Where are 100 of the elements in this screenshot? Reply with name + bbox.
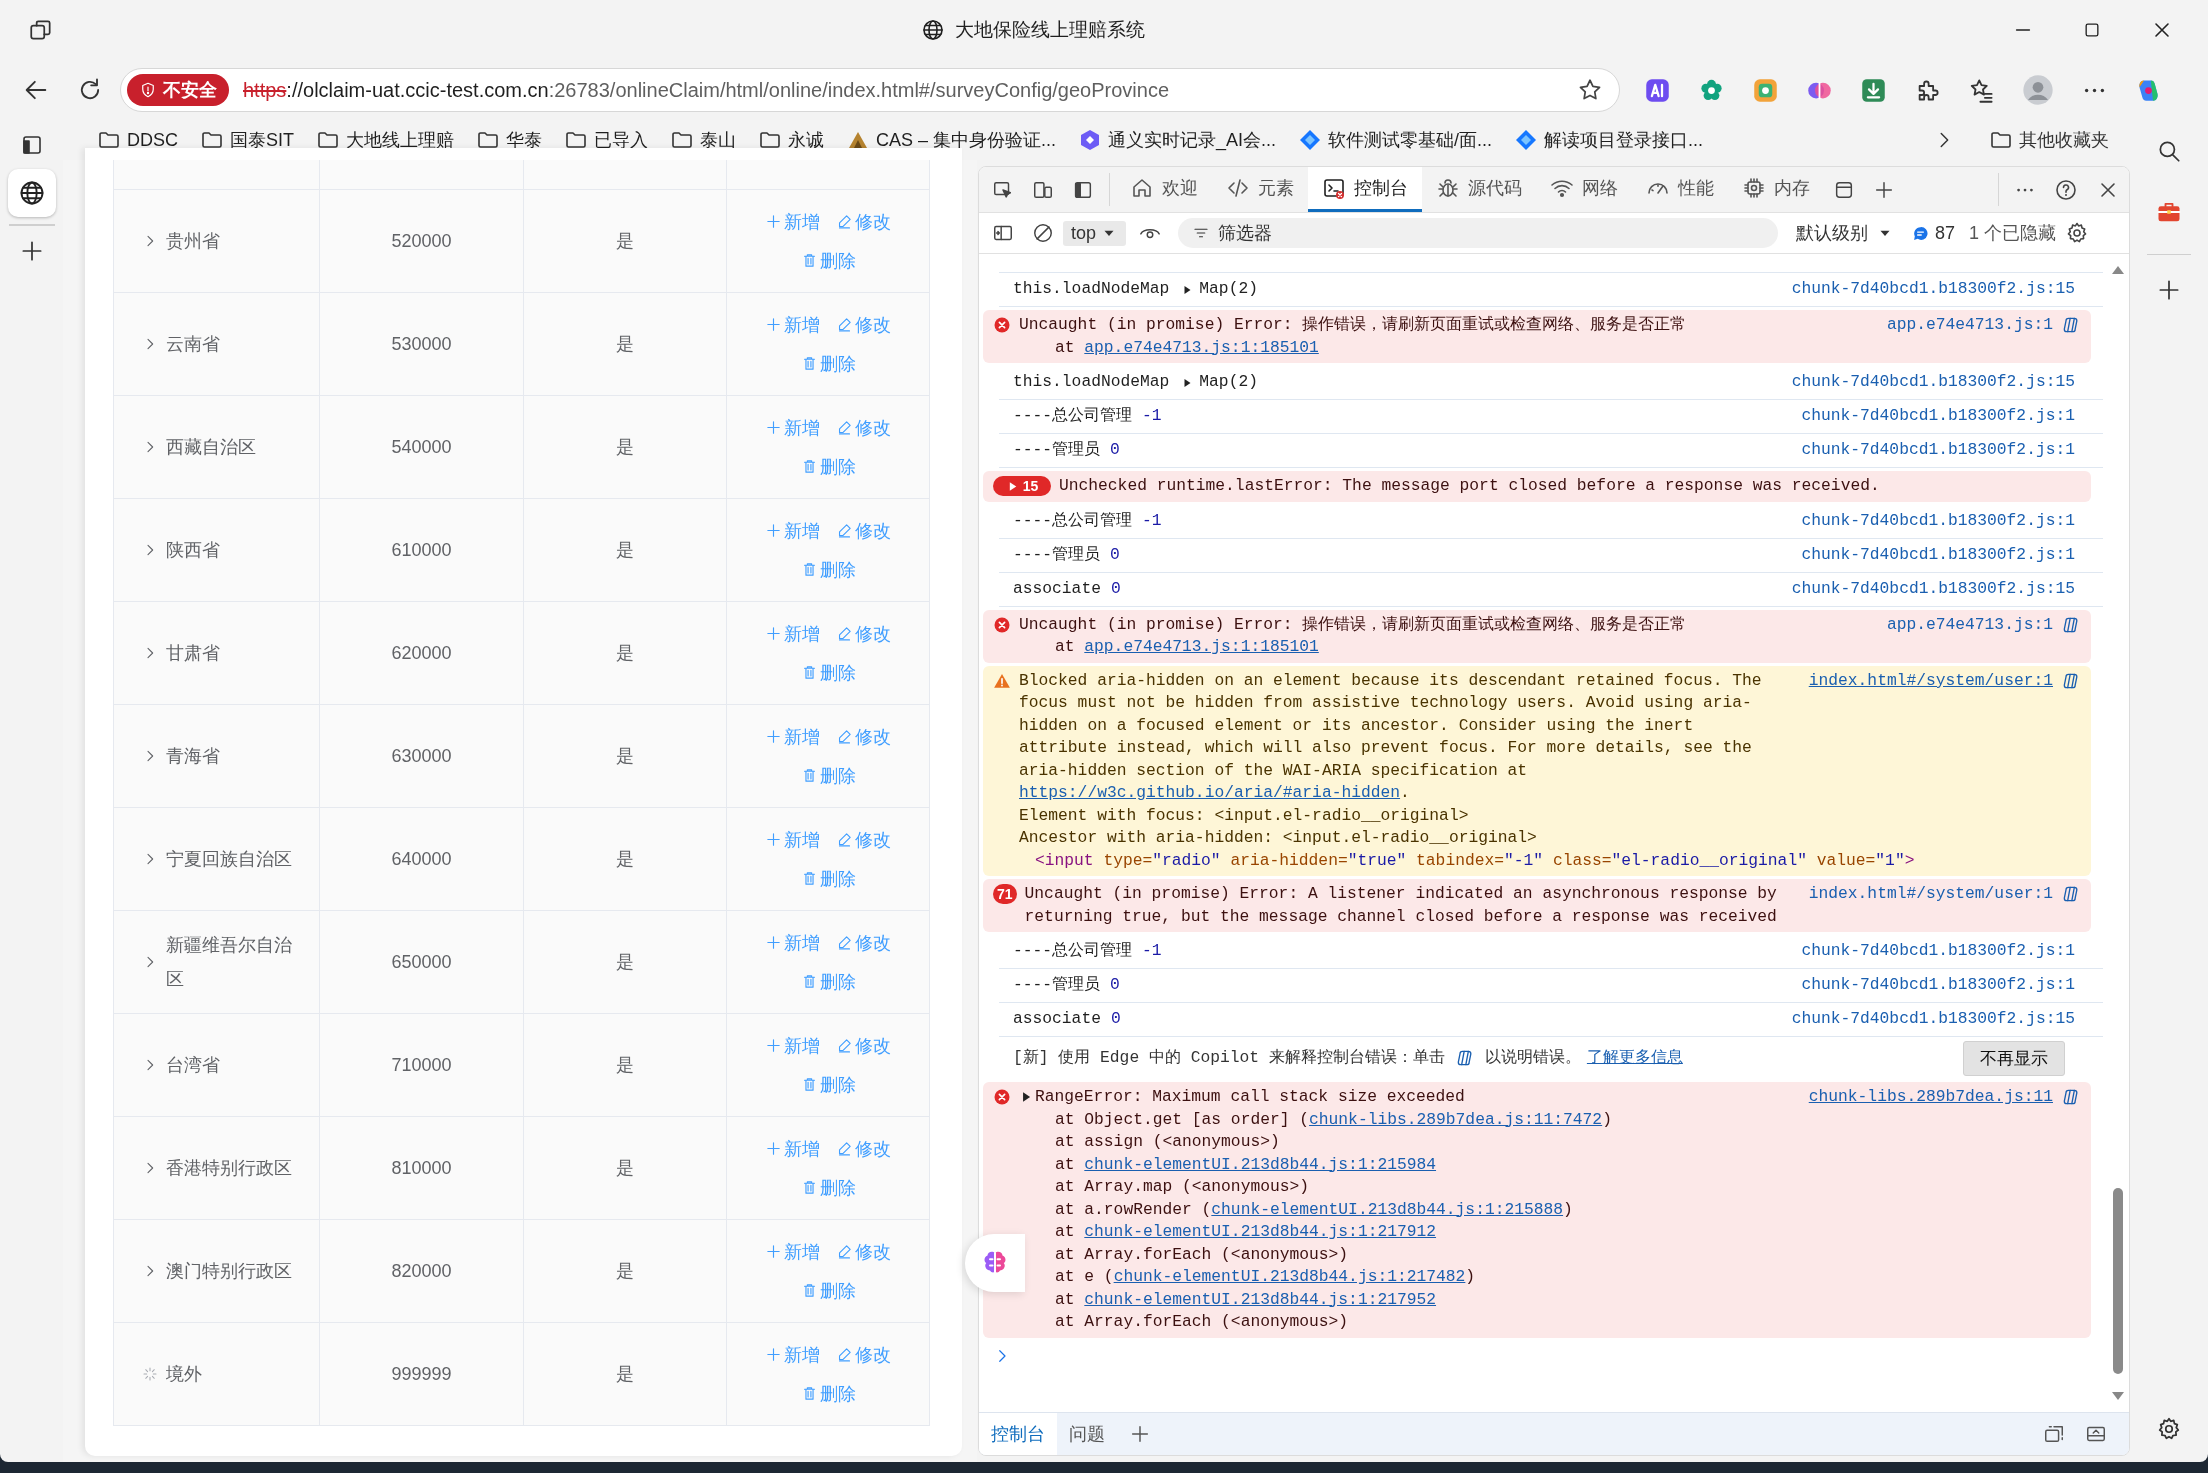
province-name: 宁夏回族自治区 <box>166 848 292 871</box>
number-value: -1 <box>1142 405 1162 428</box>
levels-dropdown[interactable]: 默认级别 <box>1796 221 1895 245</box>
assistant-button[interactable] <box>965 1234 1025 1292</box>
source-link[interactable]: chunk-7d40bcd1.b18300f2.js:15 <box>1791 577 2075 601</box>
source-link[interactable]: chunk-7d40bcd1.b18300f2.js:1 <box>1801 405 2075 428</box>
bookmark[interactable]: 永诚 <box>758 128 825 152</box>
devtools-tab[interactable]: 网络 <box>1536 167 1632 212</box>
source-link[interactable]: chunk-7d40bcd1.b18300f2.js:15 <box>1791 371 2075 394</box>
bookmark[interactable]: CAS – 集中身份验证... <box>846 128 1057 152</box>
stack-link[interactable]: chunk-libs.289b7dea.js:11:7472 <box>1309 1109 1603 1129</box>
vertical-tab[interactable] <box>7 169 56 217</box>
province-code: 530000 <box>391 333 452 355</box>
add-tab-icon[interactable] <box>1129 1423 1151 1445</box>
filter-field[interactable]: 筛选器 <box>1178 218 1779 248</box>
bookmark[interactable]: 其他收藏夹 <box>1989 128 2109 152</box>
bookmark[interactable]: 国泰SIT <box>200 128 295 152</box>
province-code: 630000 <box>391 745 452 767</box>
province-name: 香港特别行政区 <box>166 1157 292 1180</box>
plus-icon <box>765 1140 782 1157</box>
pencil-icon <box>836 1346 853 1363</box>
pencil-icon <box>836 625 853 642</box>
bookmark[interactable]: 已导入 <box>564 128 649 152</box>
bookmark[interactable]: 大地线上理赔 <box>316 128 455 152</box>
flag-text: 是 <box>616 745 634 768</box>
download-icon[interactable] <box>1860 76 1887 104</box>
stack-link[interactable]: app.e74e4713.js:1:185101 <box>1084 337 1319 357</box>
drawer-tab[interactable]: 问题 <box>1057 1413 1117 1455</box>
pencil-icon <box>836 1140 853 1157</box>
bookmark[interactable]: 华泰 <box>476 128 543 152</box>
province-code: 640000 <box>391 848 452 870</box>
number-value: 0 <box>1110 543 1120 566</box>
devtools-tab[interactable]: 欢迎 <box>1116 167 1212 212</box>
help-icon[interactable] <box>2054 177 2078 202</box>
bookmark[interactable]: 泰山 <box>670 128 737 152</box>
province-name: 境外 <box>166 1363 202 1386</box>
source-link[interactable]: chunk-7d40bcd1.b18300f2.js:1 <box>1801 439 2075 462</box>
tip-text: 以说明错误。 了解更多信息 <box>1484 1046 1683 1069</box>
province-name: 青海省 <box>166 745 220 768</box>
error-message: Uncaught (in promise) Error: 操作错误，请刷新页面重试或检查网络、服务是否正常 <box>1019 613 1687 636</box>
url-text: https://olclaim-uat.ccic-test.com.cn:26783/onlineClaim/html/online/index.html#/surveyConfig/geoProvince <box>243 78 1169 102</box>
source-link[interactable]: chunk-7d40bcd1.b18300f2.js:1 <box>1801 940 2075 963</box>
message-count-badge[interactable]: 15 <box>993 476 1051 496</box>
extension-icon[interactable] <box>1644 76 1671 104</box>
message-icon <box>1912 224 1930 242</box>
devtools-tab[interactable]: 内存 <box>1728 167 1824 212</box>
extension-icon[interactable] <box>1752 76 1779 104</box>
bookmark[interactable]: 解读项目登录接口... <box>1514 128 1704 152</box>
flag-text: 是 <box>616 951 634 974</box>
log-text: ----管理员 <box>1013 439 1101 462</box>
flag-text: 是 <box>616 848 634 871</box>
undock-icon[interactable] <box>2043 1423 2065 1445</box>
learn-more-link[interactable]: 了解更多信息 <box>1586 1047 1683 1067</box>
source-link[interactable]: chunk-7d40bcd1.b18300f2.js:15 <box>1791 1008 2075 1031</box>
drawer-tab[interactable]: 控制台 <box>979 1413 1057 1455</box>
stack-link[interactable]: chunk-elementUI.213d8b44.js:1:217952 <box>1084 1289 1437 1309</box>
plus-icon <box>765 1243 782 1260</box>
object-preview: Map(2) <box>1199 278 1258 301</box>
site-icon <box>1298 128 1323 152</box>
warning-detail: Element with focus: <input.el-radio__original> <box>1019 804 1470 827</box>
source-link[interactable]: chunk-7d40bcd1.b18300f2.js:1 <box>1801 543 2075 567</box>
source-link[interactable]: app.e74e4713.js:1 <box>1886 613 2053 636</box>
stack-link[interactable]: chunk-elementUI.213d8b44.js:1:215984 <box>1084 1154 1437 1174</box>
bookmark[interactable]: 通义实时记录_AI会... <box>1078 128 1277 152</box>
source-link[interactable]: chunk-7d40bcd1.b18300f2.js:1 <box>1801 509 2075 533</box>
source-link[interactable]: index.html#/system/user:1 <box>1808 669 2053 692</box>
stack-line: at assign (<anonymous>) <box>1054 1131 1281 1153</box>
source-link[interactable]: app.e74e4713.js:1 <box>1886 314 2053 337</box>
devtools-tab[interactable]: 控制台 <box>1308 167 1422 212</box>
pencil-icon <box>836 934 853 951</box>
plus-icon <box>765 934 782 951</box>
devtools-tab[interactable]: 源代码 <box>1422 167 1536 212</box>
stack-link[interactable]: app.e74e4713.js:1:185101 <box>1084 637 1319 656</box>
province-name: 陕西省 <box>166 539 220 562</box>
workspaces-icon[interactable] <box>28 17 54 43</box>
code-icon <box>1226 176 1250 200</box>
source-link[interactable]: chunk-7d40bcd1.b18300f2.js:1 <box>1801 974 2075 997</box>
stack-link[interactable]: chunk-elementUI.213d8b44.js:1:217482 <box>1113 1267 1466 1286</box>
source-link[interactable]: chunk-7d40bcd1.b18300f2.js:15 <box>1791 278 2075 301</box>
bookmark[interactable]: DDSC <box>97 128 178 152</box>
devtools-tab[interactable]: 性能 <box>1632 167 1728 212</box>
log-text: ----管理员 <box>1013 974 1101 997</box>
devtools-tab[interactable]: 元素 <box>1212 167 1308 212</box>
address-field[interactable]: 不安全 https://olclaim-uat.ccic-test.com.cn:26783/onlineClaim/html/online/index.html#/surveyConfig/geoProvince <box>120 68 1620 112</box>
source-link[interactable]: index.html#/system/user:1 <box>1808 883 2053 906</box>
profile-avatar[interactable] <box>2022 74 2054 106</box>
stack-link[interactable]: chunk-elementUI.213d8b44.js:1:217912 <box>1084 1222 1437 1241</box>
doc-link[interactable]: https://w3c.github.io/aria/#aria-hidden <box>1019 783 1401 802</box>
source-link[interactable]: chunk-libs.289b7dea.js:11 <box>1808 1086 2053 1109</box>
pencil-icon <box>836 316 853 333</box>
dismiss-button[interactable]: 不再显示 <box>1963 1040 2065 1076</box>
error-message: Uncaught (in promise) Error: A listener indicated an asynchronous response by returning true, but the message channel closed before a response was received <box>1024 883 1778 928</box>
window-title: 大地保险线上理赔系统 <box>955 18 1145 42</box>
stack-link[interactable]: chunk-elementUI.213d8b44.js:1:215888 <box>1211 1199 1564 1219</box>
clear-icon[interactable] <box>1032 222 1054 244</box>
security-badge[interactable]: 不安全 <box>127 74 229 106</box>
bookmark[interactable]: 软件测试零基础/面... <box>1298 128 1493 152</box>
message-count[interactable]: 87 <box>1912 222 1956 244</box>
context-dropdown[interactable]: top <box>1063 220 1127 246</box>
error-message: RangeError: Maximum call stack size exceeded <box>1035 1086 1465 1108</box>
